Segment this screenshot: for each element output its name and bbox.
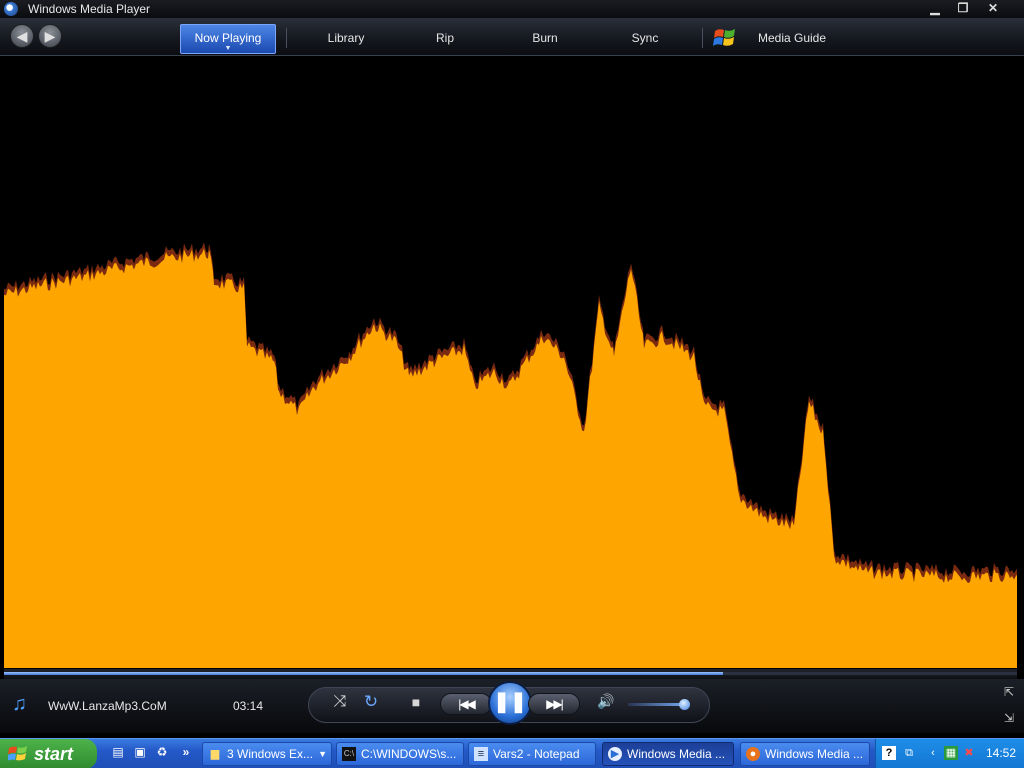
close-button[interactable]: ✕ [980, 0, 1006, 16]
tab-media-guide[interactable]: Media Guide [746, 26, 838, 50]
pause-button[interactable]: ❚❚ [488, 681, 532, 725]
explorer-icon[interactable]: ▣ [132, 745, 148, 761]
start-label: start [34, 744, 74, 764]
window-switch-icon[interactable]: ⧉ [902, 746, 916, 760]
music-note-icon: ♫ [12, 693, 27, 715]
restore-button[interactable]: ❐ [950, 0, 976, 16]
mute-button[interactable]: 🔊 [595, 693, 617, 710]
help-icon[interactable]: ? [882, 746, 896, 760]
taskbar-item-firefox[interactable]: ● Windows Media ... [740, 742, 870, 766]
taskbar-item-label: 3 Windows Ex... [227, 747, 314, 761]
player-controls: ♫ WwW.LanzaMp3.CoM 03:14 ⤨ ↻ ■ |◀◀ ❚❚ ▶▶… [0, 679, 1024, 733]
taskbar-item-console[interactable]: C:\ C:\WINDOWS\s... [336, 742, 464, 766]
back-button[interactable]: ◀ [10, 24, 34, 48]
tab-label: Now Playing [194, 31, 262, 45]
title-bar: Windows Media Player ▁ ❐ ✕ [0, 0, 1024, 18]
chevron-left-icon[interactable]: ‹ [926, 746, 940, 760]
repeat-button[interactable]: ↻ [361, 692, 381, 712]
seek-progress [4, 672, 724, 675]
chevron-down-icon: ▼ [318, 749, 327, 759]
previous-button[interactable]: |◀◀ [440, 693, 492, 715]
taskbar-item-media-player[interactable]: ▶ Windows Media ... [602, 742, 734, 766]
clock: 14:52 [985, 746, 1016, 760]
next-button[interactable]: ▶▶| [528, 693, 580, 715]
full-mode-icon[interactable]: ⇲ [1004, 711, 1014, 725]
divider [702, 28, 703, 48]
windows-logo-icon [8, 746, 27, 761]
tab-burn[interactable]: Burn [518, 26, 572, 50]
taskbar-item-label: Windows Media ... [627, 747, 726, 761]
quick-launch-chevron[interactable]: » [178, 745, 194, 761]
stop-button[interactable]: ■ [406, 694, 426, 710]
chevron-down-icon[interactable]: ▼ [225, 45, 232, 53]
minimize-button[interactable]: ▁ [922, 0, 948, 16]
network-icon[interactable]: ▦ [944, 746, 958, 760]
taskbar-item-label: C:\WINDOWS\s... [361, 747, 457, 761]
tab-rip[interactable]: Rip [420, 26, 470, 50]
start-button[interactable]: start [0, 739, 97, 768]
media-player-icon: ▶ [608, 747, 622, 761]
show-desktop-icon[interactable]: ▤ [110, 745, 126, 761]
compact-mode-icon[interactable]: ⇱ [1004, 685, 1014, 699]
tab-sync[interactable]: Sync [620, 26, 670, 50]
console-icon: C:\ [342, 747, 356, 761]
recycle-icon[interactable]: ♻ [154, 745, 170, 761]
window-title: Windows Media Player [28, 2, 151, 16]
taskbar-item-explorer[interactable]: ▆ 3 Windows Ex... ▼ [202, 742, 332, 766]
visualization-wave [4, 248, 1017, 668]
seek-bar[interactable] [4, 669, 1017, 679]
taskbar-item-label: Vars2 - Notepad [493, 747, 580, 761]
volume-handle[interactable] [678, 699, 690, 710]
visualization[interactable] [4, 57, 1017, 668]
taskbar-item-notepad[interactable]: ≡ Vars2 - Notepad [468, 742, 596, 766]
system-tray: ? ⧉ ‹ ▦ ✖ 14:52 [875, 739, 1024, 768]
track-title: WwW.LanzaMp3.CoM [48, 699, 167, 713]
user-status-icon[interactable]: ✖ [962, 746, 976, 760]
divider [286, 28, 287, 48]
folder-icon: ▆ [210, 748, 220, 760]
tab-now-playing[interactable]: Now Playing ▼ [180, 24, 276, 54]
shuffle-button[interactable]: ⤨ [330, 693, 350, 711]
taskbar: start ▤ ▣ ♻ » ▆ 3 Windows Ex... ▼ C:\ C:… [0, 738, 1024, 768]
elapsed-time[interactable]: 03:14 [233, 699, 263, 713]
taskbar-item-label: Windows Media ... [765, 747, 864, 761]
firefox-icon: ● [746, 747, 760, 761]
tab-library[interactable]: Library [310, 26, 382, 50]
forward-button[interactable]: ▶ [38, 24, 62, 48]
notepad-icon: ≡ [474, 747, 488, 761]
media-player-icon [4, 2, 18, 16]
visualization-canvas [4, 242, 1017, 668]
nav-bar: ◀ ▶ Now Playing ▼ Library Rip Burn Sync … [0, 18, 1024, 56]
windows-logo-icon [712, 26, 738, 50]
